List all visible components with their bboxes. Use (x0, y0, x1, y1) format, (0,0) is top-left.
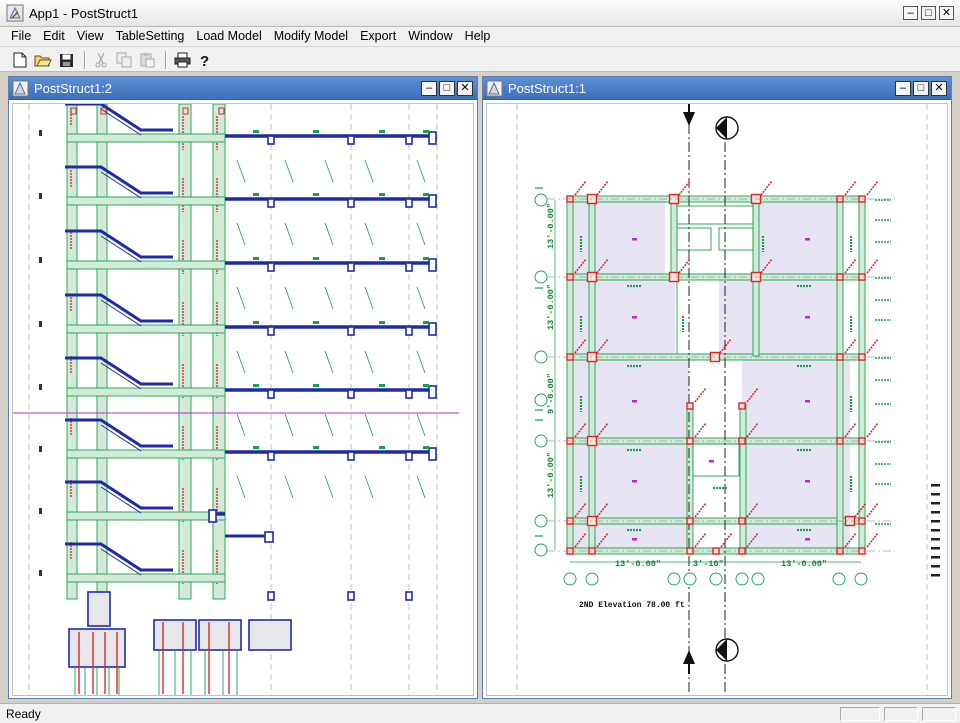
menu-modify-model[interactable]: Modify Model (268, 27, 354, 46)
paste-icon[interactable] (137, 50, 157, 70)
child-title-bar-right[interactable]: PostStruct1:1 – □ ✕ (483, 77, 951, 100)
maximize-icon[interactable]: □ (921, 6, 936, 20)
main-title-bar[interactable]: App1 - PostStruct1 – □ ✕ (0, 0, 960, 27)
close-icon[interactable]: ✕ (939, 6, 954, 20)
menu-file[interactable]: File (5, 27, 37, 46)
elevation-caption: 2ND Elevation 78.00 ft (579, 601, 685, 610)
structure-elevation-drawing (13, 104, 459, 695)
maximize-icon[interactable]: □ (439, 81, 455, 96)
child-title-right: PostStruct1:1 (508, 81, 587, 96)
print-icon[interactable] (172, 50, 192, 70)
close-icon[interactable]: ✕ (457, 81, 473, 96)
minimize-icon[interactable]: – (895, 81, 911, 96)
drawing-canvas-left[interactable] (12, 103, 474, 696)
child-title-left: PostStruct1:2 (34, 81, 113, 96)
dim-label-left-3: 9'-0.00" (546, 373, 556, 414)
document-icon (12, 80, 29, 97)
status-pane (840, 707, 880, 721)
cut-icon[interactable] (91, 50, 111, 70)
dim-label-left-1: 13'-0.00" (546, 203, 556, 249)
dim-label-bottom-1: 13'-0.00" (615, 559, 661, 569)
toolbar-separator (165, 51, 167, 69)
svg-text:?: ? (200, 53, 209, 68)
open-folder-icon[interactable] (33, 50, 53, 70)
status-bar: Ready (0, 703, 960, 723)
menu-window[interactable]: Window (402, 27, 458, 46)
new-file-icon[interactable] (10, 50, 30, 70)
dim-label-bottom-2: 3'-10" (693, 559, 724, 569)
child-title-bar-left[interactable]: PostStruct1:2 – □ ✕ (9, 77, 477, 100)
minimize-icon[interactable]: – (903, 6, 918, 20)
toolbar-separator (84, 51, 86, 69)
menu-load-model[interactable]: Load Model (190, 27, 267, 46)
document-icon (486, 80, 503, 97)
status-text: Ready (6, 707, 41, 721)
menu-view[interactable]: View (71, 27, 110, 46)
status-pane (922, 707, 956, 721)
child-window-right[interactable]: PostStruct1:1 – □ ✕ 13'-0.00" 13'-0.00" … (482, 76, 952, 699)
mdi-client-area: PostStruct1:2 – □ ✕ PostStruct1:1 – □ ✕ … (0, 73, 960, 703)
menu-export[interactable]: Export (354, 27, 402, 46)
menu-edit[interactable]: Edit (37, 27, 71, 46)
help-icon[interactable]: ? (195, 50, 215, 70)
dim-label-bottom-3: 13'-0.00" (781, 559, 827, 569)
minimize-icon[interactable]: – (421, 81, 437, 96)
save-icon[interactable] (56, 50, 76, 70)
status-pane (884, 707, 918, 721)
menu-help[interactable]: Help (459, 27, 497, 46)
maximize-icon[interactable]: □ (913, 81, 929, 96)
dim-label-left-2: 13'-0.00" (546, 284, 556, 330)
drawing-canvas-right[interactable]: 13'-0.00" 13'-0.00" 9'-0.00" 13'-0.00" 1… (486, 103, 948, 696)
child-window-left[interactable]: PostStruct1:2 – □ ✕ (8, 76, 478, 699)
dim-label-left-4: 13'-0.00" (546, 452, 556, 498)
close-icon[interactable]: ✕ (931, 81, 947, 96)
app-icon (6, 4, 24, 22)
window-title: App1 - PostStruct1 (29, 6, 139, 21)
toolbar: ? (0, 46, 960, 72)
menu-tablesetting[interactable]: TableSetting (110, 27, 191, 46)
copy-icon[interactable] (114, 50, 134, 70)
floor-plan-drawing: 13'-0.00" 13'-0.00" 9'-0.00" 13'-0.00" 1… (516, 104, 940, 695)
menu-bar: File Edit View TableSetting Load Model M… (0, 27, 960, 46)
